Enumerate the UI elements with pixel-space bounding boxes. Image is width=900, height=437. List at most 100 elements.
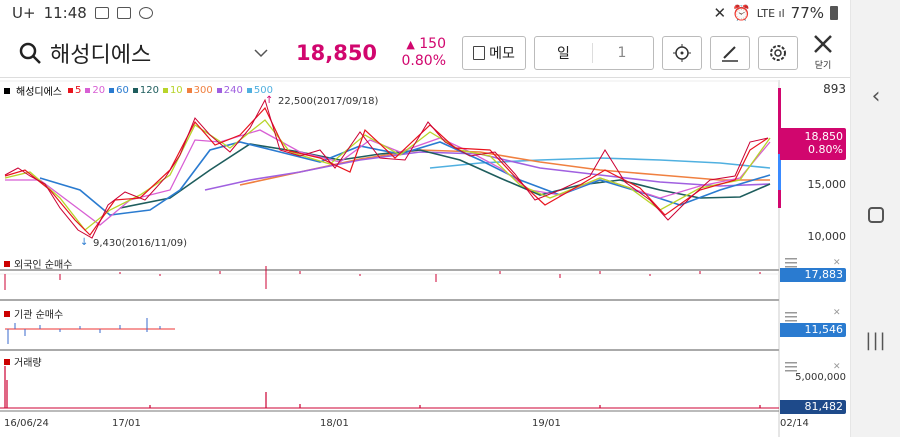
svg-text:✕: ✕ — [833, 362, 841, 372]
foreign-panel-label: 외국인 순매수 — [4, 256, 72, 271]
chart-legend: 해성디에스 5 20 60 120 10 300 240 500 — [4, 83, 277, 98]
ma-60-line — [39, 141, 771, 216]
institution-panel-label: 기관 순매수 — [4, 306, 63, 321]
crosshair-button[interactable] — [662, 35, 702, 70]
chart-toolbar: 해성디에스 18,850 ▲ 150 0.80% 메모 일 1 닫기 — [0, 28, 850, 78]
period-label: 일 — [535, 42, 593, 63]
close-icon — [814, 35, 832, 53]
change-value: 150 — [419, 35, 446, 52]
price-change: ▲ 150 0.80% — [396, 36, 446, 70]
back-icon[interactable]: ‹ — [851, 84, 900, 109]
recents-icon[interactable]: ||| — [851, 330, 900, 351]
legend-ma-300: 300 — [186, 85, 213, 96]
price-tag: 18,850 0.80% — [780, 128, 846, 160]
legend-ma-60: 60 — [109, 85, 129, 96]
top-right-value: 893 — [823, 82, 846, 96]
institution-value-tag: 11,546 — [780, 323, 846, 337]
yaxis-label-15000: 15,000 — [807, 178, 847, 191]
ma-5-line — [4, 106, 769, 236]
ma-20-line — [5, 129, 771, 226]
legend-ma-swatch — [132, 88, 138, 93]
legend-ma-240: 240 — [216, 85, 243, 96]
legend-ma-label: 240 — [223, 85, 243, 96]
clock: 11:48 — [43, 4, 87, 22]
volume-swatch — [4, 358, 10, 365]
status-bar: U+ 11:48 ✕ ⏰ LTE ıl 77% — [0, 0, 850, 26]
legend-ma-20: 20 — [85, 85, 105, 96]
draw-button[interactable] — [710, 35, 750, 70]
legend-ma-label: 10 — [169, 85, 183, 96]
search-icon[interactable] — [18, 41, 42, 65]
low-marker: ↓ — [80, 237, 88, 248]
gallery-icon — [116, 7, 131, 19]
x-label-19: 19/01 — [532, 418, 561, 429]
memo-icon — [473, 45, 486, 60]
stock-chart-app: U+ 11:48 ✕ ⏰ LTE ıl 77% ‹ ||| 해성디에스 18,8… — [0, 0, 900, 437]
mute-icon: ✕ — [713, 4, 727, 22]
chevron-down-icon[interactable] — [254, 48, 268, 58]
legend-ma-label: 120 — [139, 85, 159, 96]
legend-ma-swatch — [216, 88, 222, 93]
foreign-swatch — [4, 260, 10, 267]
volume-axis-label: 5,000,000 — [795, 372, 846, 383]
legend-ma-120: 120 — [132, 85, 159, 96]
volume-panel-label: 거래량 — [4, 354, 42, 369]
legend-ma-swatch — [85, 88, 91, 93]
institution-bars — [5, 318, 175, 344]
carrier-label: U+ — [12, 4, 36, 22]
stock-name[interactable]: 해성디에스 — [50, 37, 151, 69]
legend-ma-swatch — [186, 88, 192, 93]
period-count[interactable]: 1 — [593, 45, 651, 61]
system-nav-bar: ‹ ||| — [850, 0, 900, 437]
price-chart[interactable]: ↑ 22,500(2017/09/18) ↓ 9,430(2016/11/09) — [0, 80, 850, 437]
legend-swatch — [4, 87, 10, 94]
legend-ma-5: 5 — [68, 85, 81, 96]
chart-area[interactable]: ↑ 22,500(2017/09/18) ↓ 9,430(2016/11/09) — [0, 80, 850, 437]
memo-button[interactable]: 메모 — [462, 35, 526, 70]
ma-240-line — [204, 151, 771, 191]
price-tag-pct: 0.80% — [808, 143, 843, 156]
legend-stock-name: 해성디에스 — [16, 87, 62, 98]
x-label-start: 16/06/24 — [4, 418, 49, 429]
memo-label: 메모 — [489, 45, 515, 62]
yaxis-label-10000: 10,000 — [807, 230, 847, 243]
signal-icon: LTE ıl — [756, 6, 785, 20]
legend-ma-label: 500 — [253, 85, 273, 96]
volume-bars — [0, 366, 779, 409]
volume-value-tag: 81,482 — [780, 400, 846, 414]
current-price: 18,850 — [296, 40, 378, 65]
x-label-end: 02/14 — [780, 418, 809, 429]
legend-ma-swatch — [162, 88, 168, 93]
notification-icon — [94, 7, 109, 19]
crosshair-icon — [673, 43, 691, 62]
legend-ma-items: 5 20 60 120 10 300 240 500 — [68, 85, 277, 96]
price-tag-value: 18,850 — [804, 130, 844, 143]
settings-button[interactable] — [758, 35, 798, 70]
period-selector[interactable]: 일 1 — [534, 35, 654, 70]
legend-ma-10: 10 — [162, 85, 183, 96]
legend-ma-swatch — [246, 88, 252, 93]
gear-icon — [770, 44, 786, 61]
x-label-18: 18/01 — [320, 418, 349, 429]
svg-text:✕: ✕ — [833, 258, 841, 268]
legend-ma-label: 5 — [75, 85, 82, 96]
low-annotation: 9,430(2016/11/09) — [93, 238, 187, 249]
x-label-17: 17/01 — [112, 418, 141, 429]
high-annotation: 22,500(2017/09/18) — [278, 96, 379, 107]
legend-ma-label: 300 — [193, 85, 213, 96]
close-label: 닫기 — [814, 61, 832, 71]
change-percent: 0.80% — [401, 52, 446, 69]
pencil-icon — [722, 45, 738, 62]
alarm-icon: ⏰ — [732, 4, 751, 22]
svg-text:✕: ✕ — [833, 308, 841, 318]
close-button[interactable]: 닫기 — [808, 34, 838, 71]
home-icon[interactable] — [851, 204, 900, 229]
legend-ma-500: 500 — [246, 85, 273, 96]
legend-ma-swatch — [68, 88, 73, 93]
stock-search[interactable]: 해성디에스 — [18, 37, 268, 69]
institution-swatch — [4, 310, 10, 317]
battery-icon — [830, 6, 838, 20]
up-triangle-icon: ▲ — [406, 37, 415, 51]
price-candles — [4, 98, 769, 239]
legend-ma-swatch — [109, 88, 115, 93]
